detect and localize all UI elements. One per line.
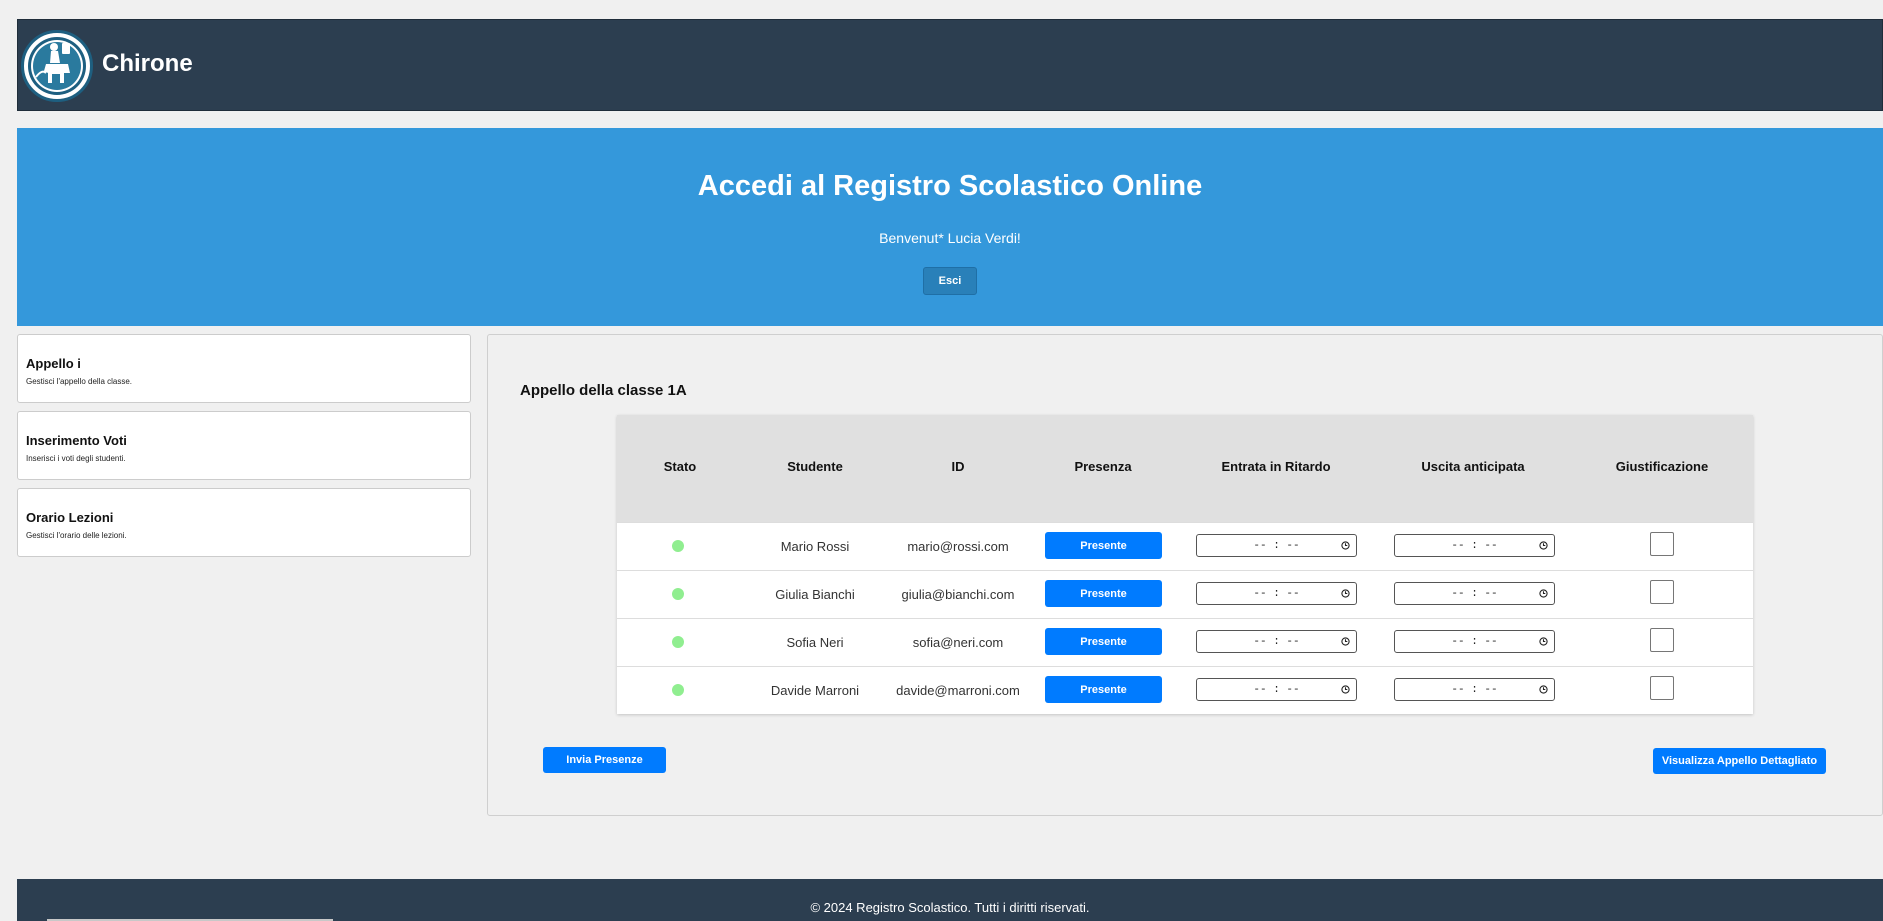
column-header-presenza: Presenza xyxy=(1074,459,1132,474)
card-description: Gestisci l'orario delle lezioni. xyxy=(26,531,127,540)
card-description: Gestisci l'appello della classe. xyxy=(26,377,133,386)
column-header-studente: Studente xyxy=(787,459,843,474)
column-header-entrata: Entrata in Ritardo xyxy=(1221,459,1331,474)
table-header: Stato Studente ID Presenza Entrata in Ri… xyxy=(617,415,1753,522)
clock-icon xyxy=(1539,637,1548,646)
clock-icon xyxy=(1341,637,1350,646)
student-id: sofia@neri.com xyxy=(912,635,1004,650)
column-header-stato: Stato xyxy=(663,459,697,474)
justification-checkbox[interactable] xyxy=(1650,676,1674,700)
clock-icon xyxy=(1539,589,1548,598)
logout-button[interactable]: Esci xyxy=(923,267,977,295)
presence-button[interactable]: Presente xyxy=(1045,628,1162,655)
table-row: Davide Marroni davide@marroni.com Presen… xyxy=(617,666,1753,714)
card-title: Appello i xyxy=(26,356,81,371)
justification-checkbox[interactable] xyxy=(1650,580,1674,604)
section-title: Appello della classe 1A xyxy=(520,382,687,399)
student-name: Davide Marroni xyxy=(770,683,860,698)
clock-icon xyxy=(1341,541,1350,550)
table-row: Giulia Bianchi giulia@bianchi.com Presen… xyxy=(617,570,1753,618)
time-value: -- : -- xyxy=(1451,539,1498,552)
copyright-text: © 2024 Registro Scolastico. Tutti i diri… xyxy=(810,900,1090,915)
status-indicator xyxy=(672,588,684,600)
card-title: Inserimento Voti xyxy=(26,433,127,448)
column-header-id: ID xyxy=(951,459,965,474)
early-exit-input[interactable]: -- : -- xyxy=(1394,582,1555,605)
early-exit-input[interactable]: -- : -- xyxy=(1394,534,1555,557)
time-value: -- : -- xyxy=(1253,635,1300,648)
welcome-message: Benvenut* Lucia Verdi! xyxy=(879,230,1021,246)
student-name: Sofia Neri xyxy=(786,635,844,650)
submit-attendance-button[interactable]: Invia Presenze xyxy=(543,747,666,773)
time-value: -- : -- xyxy=(1451,683,1498,696)
table-row: Sofia Neri sofia@neri.com Presente -- : … xyxy=(617,618,1753,666)
view-detailed-attendance-button[interactable]: Visualizza Appello Dettagliato xyxy=(1653,748,1826,774)
table-row: Mario Rossi mario@rossi.com Presente -- … xyxy=(617,522,1753,570)
early-exit-input[interactable]: -- : -- xyxy=(1394,630,1555,653)
centaur-logo[interactable] xyxy=(21,30,93,102)
late-entry-input[interactable]: -- : -- xyxy=(1196,630,1357,653)
attendance-table: Stato Studente ID Presenza Entrata in Ri… xyxy=(617,415,1753,714)
early-exit-input[interactable]: -- : -- xyxy=(1394,678,1555,701)
card-inserimento-voti[interactable]: Inserimento Voti Inserisci i voti degli … xyxy=(17,411,471,480)
time-value: -- : -- xyxy=(1451,587,1498,600)
status-indicator xyxy=(672,684,684,696)
presence-button[interactable]: Presente xyxy=(1045,580,1162,607)
clock-icon xyxy=(1539,541,1548,550)
time-value: -- : -- xyxy=(1253,683,1300,696)
card-title: Orario Lezioni xyxy=(26,510,114,525)
student-id: davide@marroni.com xyxy=(896,683,1020,698)
student-id: giulia@bianchi.com xyxy=(901,587,1015,602)
status-indicator xyxy=(672,540,684,552)
column-header-uscita: Uscita anticipata xyxy=(1421,459,1525,474)
status-indicator xyxy=(672,636,684,648)
card-description: Inserisci i voti degli studenti. xyxy=(26,454,126,463)
clock-icon xyxy=(1539,685,1548,694)
page-title: Accedi al Registro Scolastico Online xyxy=(697,170,1203,202)
presence-button[interactable]: Presente xyxy=(1045,532,1162,559)
time-value: -- : -- xyxy=(1451,635,1498,648)
card-orario-lezioni[interactable]: Orario Lezioni Gestisci l'orario delle l… xyxy=(17,488,471,557)
card-appello[interactable]: Appello i Gestisci l'appello della class… xyxy=(17,334,471,403)
justification-checkbox[interactable] xyxy=(1650,628,1674,652)
time-value: -- : -- xyxy=(1253,587,1300,600)
clock-icon xyxy=(1341,589,1350,598)
column-header-giustificazione: Giustificazione xyxy=(1615,459,1709,474)
time-value: -- : -- xyxy=(1253,539,1300,552)
justification-checkbox[interactable] xyxy=(1650,532,1674,556)
late-entry-input[interactable]: -- : -- xyxy=(1196,678,1357,701)
brand-name: Chirone xyxy=(102,50,193,77)
clock-icon xyxy=(1341,685,1350,694)
presence-button[interactable]: Presente xyxy=(1045,676,1162,703)
late-entry-input[interactable]: -- : -- xyxy=(1196,534,1357,557)
late-entry-input[interactable]: -- : -- xyxy=(1196,582,1357,605)
student-name: Giulia Bianchi xyxy=(775,587,855,602)
hero-banner: Accedi al Registro Scolastico Online Ben… xyxy=(17,128,1883,326)
footer: © 2024 Registro Scolastico. Tutti i diri… xyxy=(17,879,1883,921)
student-id: mario@rossi.com xyxy=(907,539,1009,554)
top-header: Chirone xyxy=(17,19,1883,111)
student-name: Mario Rossi xyxy=(780,539,850,554)
